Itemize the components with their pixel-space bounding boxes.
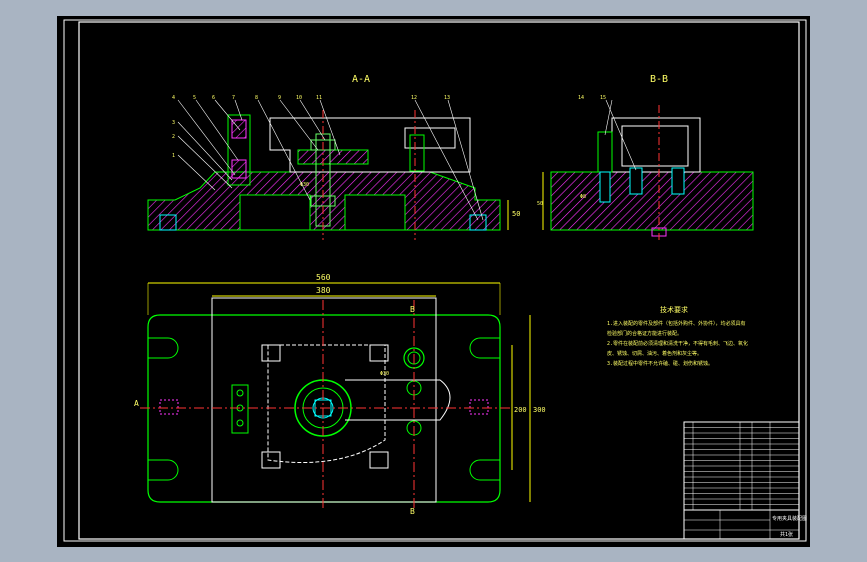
balloon-4: 4 <box>172 95 175 101</box>
notes-line-5: 3.装配过程中零件不允许磕、碰、划伤和锈蚀。 <box>607 360 713 367</box>
aa-clamp-plate <box>297 149 369 165</box>
notes-line-4: 皮、锈蚀、切屑、油污、着色剂和灰尘等。 <box>607 350 702 357</box>
balloon-8: 8 <box>255 95 258 101</box>
aa-right-recess <box>344 194 406 231</box>
aa-support-insert-bottom <box>231 159 247 179</box>
cut-mark-a: A <box>134 399 139 408</box>
inner-height-dim: 200 <box>514 406 527 414</box>
balloon-11: 11 <box>316 95 322 101</box>
balloon-2: 2 <box>172 134 175 140</box>
notes-title: 技术要求 <box>660 305 688 314</box>
aa-left-recess <box>239 194 311 231</box>
balloon-5: 5 <box>193 95 196 101</box>
aa-height-dim: 50 <box>512 210 520 218</box>
notes-line-3: 2.零件在装配前必须清理和清洗干净，不得有毛刺、飞边、氧化 <box>607 340 748 347</box>
cut-mark-b-top: B <box>410 305 415 314</box>
balloon-15: 15 <box>600 95 606 101</box>
overall-height-dim: 300 <box>533 406 546 414</box>
balloon-3: 3 <box>172 120 175 126</box>
bb-height-dim: 50 <box>537 201 543 207</box>
plan-bore-dim: Φ30 <box>380 371 389 377</box>
balloon-14: 14 <box>578 95 584 101</box>
bb-pin-bore <box>599 171 611 203</box>
bb-screw-right <box>671 167 685 195</box>
balloon-12: 12 <box>411 95 417 101</box>
sheet-label: 共1张 <box>780 531 793 538</box>
notes-line-1: 1.进入装配的零件及部件（包括外购件、外协件），均必须具有 <box>607 320 746 327</box>
drawing-sheet <box>57 16 810 547</box>
cad-drawing-canvas[interactable]: A-A 50 Φ30 4 5 6 7 8 9 10 11 3 2 1 12 13… <box>0 0 867 562</box>
balloon-13: 13 <box>444 95 450 101</box>
balloon-10: 10 <box>296 95 302 101</box>
drawing-name: 专用夹具装配图 <box>772 515 807 522</box>
section-aa-label: A-A <box>352 74 370 85</box>
notes-line-2: 检验部门的合格证方能进行装配。 <box>607 330 682 337</box>
balloon-7: 7 <box>232 95 235 101</box>
bb-hole-dim: Φ8 <box>580 194 586 200</box>
balloon-6: 6 <box>212 95 215 101</box>
cut-mark-b-bottom: B <box>410 507 415 516</box>
section-bb-label: B-B <box>650 74 668 85</box>
overall-length-dim: 560 <box>316 273 331 282</box>
bb-base-body <box>550 171 754 231</box>
bb-screw-left <box>629 167 643 195</box>
balloon-9: 9 <box>278 95 281 101</box>
balloon-1: 1 <box>172 153 175 159</box>
inner-length-dim: 380 <box>316 286 331 295</box>
